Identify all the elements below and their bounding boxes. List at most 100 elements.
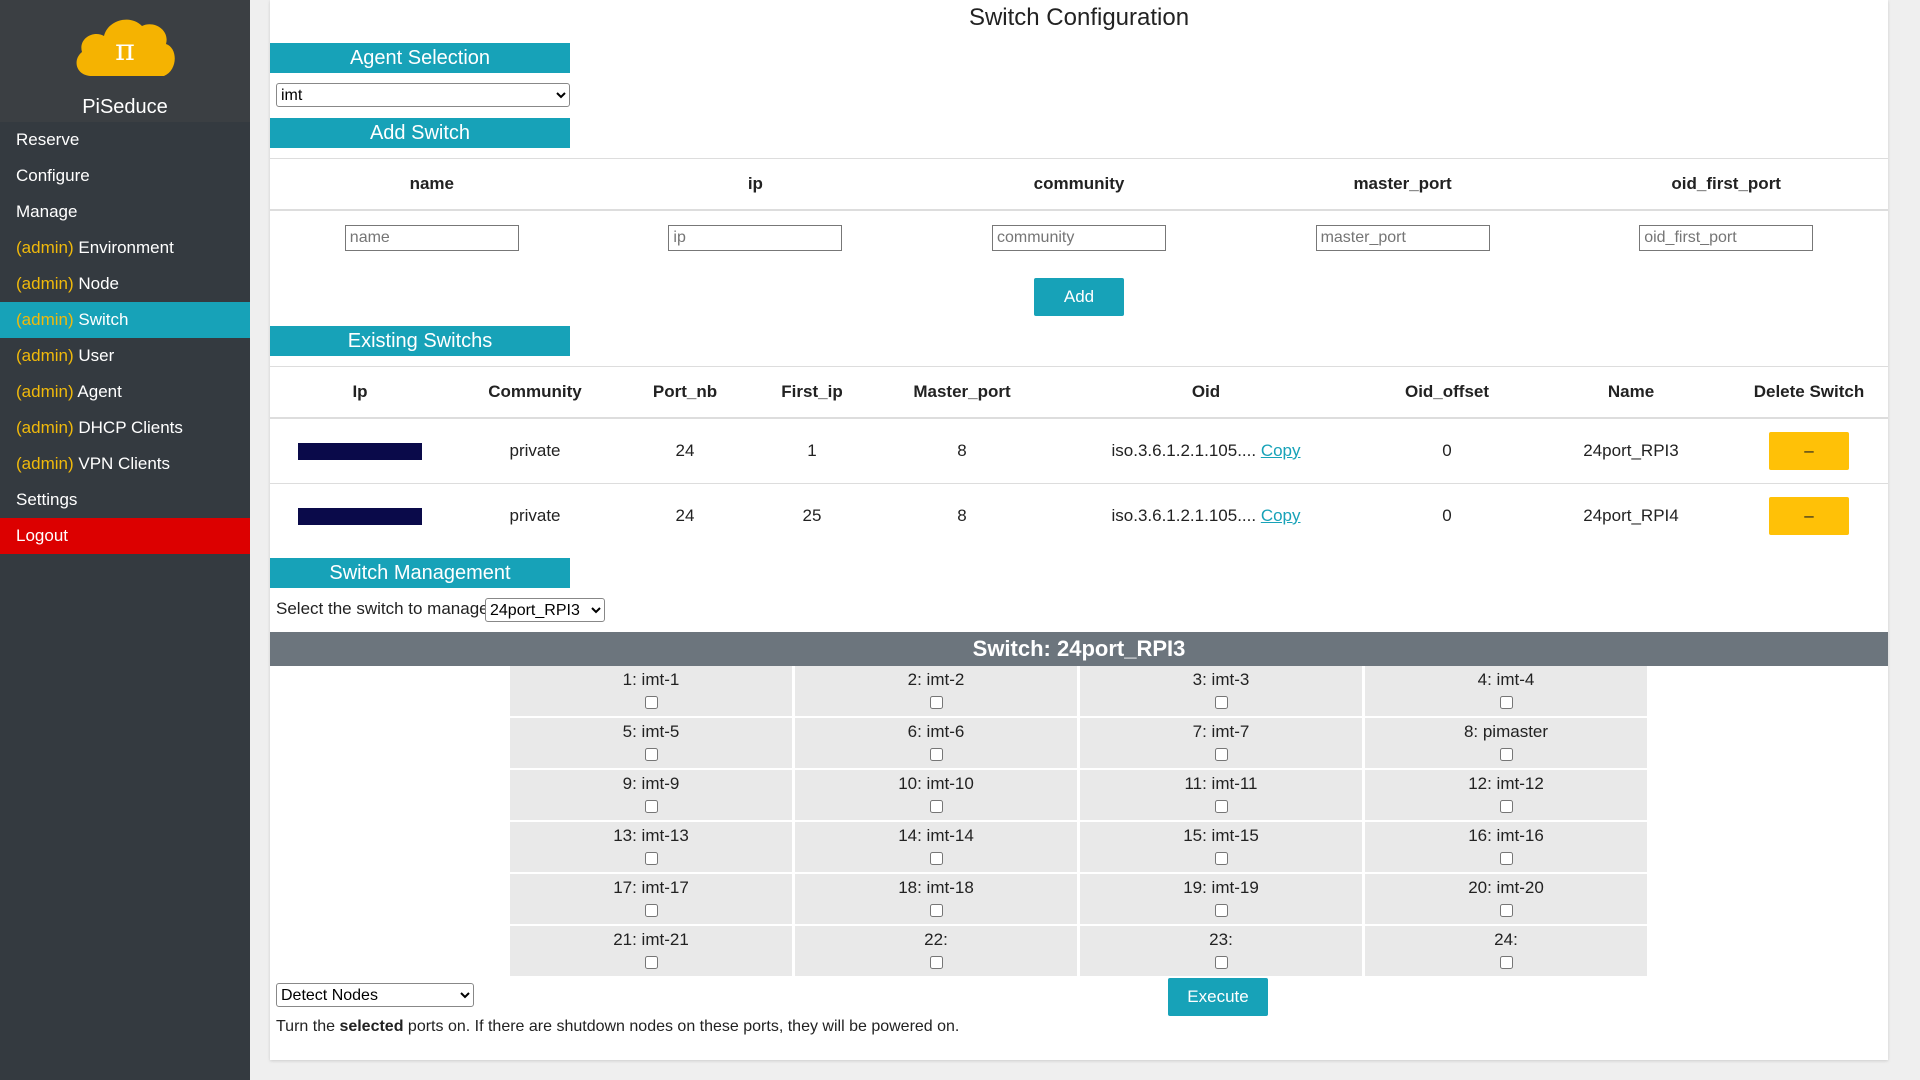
add-switch-heading: Add Switch [270,118,570,148]
logo-glyph: π [115,33,135,68]
sidebar-item-vpn-clients[interactable]: (admin) VPN Clients [0,446,250,482]
sidebar-nav: Reserve Configure Manage (admin) Environ… [0,122,250,554]
column-header-master-port: master_port [1240,158,1565,211]
port-checkbox[interactable] [1500,748,1513,761]
port-checkbox[interactable] [645,748,658,761]
port-label: 7: imt-7 [1192,722,1250,741]
switch-select[interactable]: 24port_RPI3 [485,598,605,622]
agent-selection-heading: Agent Selection [270,43,570,73]
port-checkbox[interactable] [1215,800,1228,813]
port-cell: 1: imt-1 [510,666,792,716]
port-checkbox[interactable] [930,696,943,709]
sidebar-item-agent[interactable]: (admin) Agent [0,374,250,410]
port-label: 10: imt-10 [898,774,974,793]
port-grid: 1: imt-1 2: imt-2 3: imt-3 4: imt-4 5: imt-5… [510,666,1650,976]
port-cell: 6: imt-6 [795,718,1077,768]
delete-switch-button[interactable]: – [1769,432,1849,470]
port-label: 22: [924,930,948,949]
name-input[interactable] [344,225,519,251]
sidebar-item-manage[interactable]: Manage [0,194,250,230]
port-checkbox[interactable] [930,904,943,917]
port-checkbox[interactable] [645,800,658,813]
port-checkbox[interactable] [645,956,658,969]
master-port-input[interactable] [1315,225,1490,251]
column-header-oid: Oid [1050,366,1362,419]
port-cell: 4: imt-4 [1365,666,1647,716]
switch-title: Switch: 24port_RPI3 [270,632,1888,666]
sidebar-item-switch[interactable]: (admin) Switch [0,302,250,338]
port-checkbox[interactable] [1500,956,1513,969]
port-checkbox[interactable] [1500,852,1513,865]
port-label: 15: imt-15 [1183,826,1259,845]
column-header-ip: Ip [270,366,450,419]
main-panel: Switch Configuration Agent Selection imt… [270,0,1888,1060]
column-header-name: name [270,158,594,211]
port-checkbox[interactable] [930,956,943,969]
sidebar-item-reserve[interactable]: Reserve [0,122,250,158]
port-cell: 3: imt-3 [1080,666,1362,716]
port-checkbox[interactable] [930,800,943,813]
oid-first-port-input[interactable] [1639,225,1814,251]
sidebar-item-environment[interactable]: (admin) Environment [0,230,250,266]
port-cell: 14: imt-14 [795,822,1077,872]
oid-offset-cell: 0 [1362,418,1532,484]
oid-offset-cell: 0 [1442,506,1452,525]
sidebar-item-user[interactable]: (admin) User [0,338,250,374]
action-select[interactable]: Detect Nodes [276,983,474,1007]
port-checkbox[interactable] [645,904,658,917]
sidebar-item-configure[interactable]: Configure [0,158,250,194]
copy-link[interactable]: Copy [1261,441,1301,460]
sidebar-item-node[interactable]: (admin) Node [0,266,250,302]
port-cell: 24: [1365,926,1647,976]
port-nb-cell: 24 [620,418,750,484]
port-cell: 15: imt-15 [1080,822,1362,872]
port-checkbox[interactable] [645,696,658,709]
page-title: Switch Configuration [968,4,1190,31]
execute-button[interactable]: Execute [1168,978,1268,1016]
port-checkbox[interactable] [645,852,658,865]
port-label: 5: imt-5 [622,722,680,741]
sidebar-item-logout[interactable]: Logout [0,518,250,554]
port-cell: 7: imt-7 [1080,718,1362,768]
community-input[interactable] [991,225,1166,251]
column-header-first-ip: First_ip [750,366,874,419]
port-checkbox[interactable] [1215,904,1228,917]
port-label: 2: imt-2 [907,670,965,689]
port-label: 18: imt-18 [898,878,974,897]
port-cell: 9: imt-9 [510,770,792,820]
port-label: 3: imt-3 [1192,670,1250,689]
port-cell: 19: imt-19 [1080,874,1362,924]
column-header-oid-first-port: oid_first_port [1564,158,1888,211]
sidebar: π PiSeduce Reserve Configure Manage (adm… [0,0,250,1080]
oid-cell: iso.3.6.1.2.1.105.... Copy [1050,484,1362,549]
port-checkbox[interactable] [1215,956,1228,969]
port-cell: 20: imt-20 [1365,874,1647,924]
port-checkbox[interactable] [930,852,943,865]
delete-switch-button[interactable]: – [1769,497,1849,535]
port-cell: 5: imt-5 [510,718,792,768]
name-cell: 24port_RPI3 [1532,418,1730,484]
oid-value: iso.3.6.1.2.1.105.... [1111,441,1257,460]
port-checkbox[interactable] [1215,852,1228,865]
port-label: 8: pimaster [1463,722,1549,741]
port-label: 4: imt-4 [1477,670,1535,689]
oid-value: iso.3.6.1.2.1.105.... [1111,506,1257,525]
port-checkbox[interactable] [1215,696,1228,709]
agent-select[interactable]: imt [276,83,570,107]
port-checkbox[interactable] [1215,748,1228,761]
port-label: 24: [1494,930,1518,949]
port-checkbox[interactable] [1500,800,1513,813]
port-checkbox[interactable] [1500,696,1513,709]
port-checkbox[interactable] [930,748,943,761]
port-cell: 21: imt-21 [510,926,792,976]
brand: π PiSeduce [0,0,250,122]
port-checkbox[interactable] [1500,904,1513,917]
port-label: 11: imt-11 [1184,774,1258,793]
sidebar-item-settings[interactable]: Settings [0,482,250,518]
copy-link[interactable]: Copy [1261,506,1301,525]
add-button[interactable]: Add [1034,278,1124,316]
master-port-cell: 8 [957,506,967,525]
port-cell: 18: imt-18 [795,874,1077,924]
ip-input[interactable] [668,225,843,251]
sidebar-item-dhcp-clients[interactable]: (admin) DHCP Clients [0,410,250,446]
